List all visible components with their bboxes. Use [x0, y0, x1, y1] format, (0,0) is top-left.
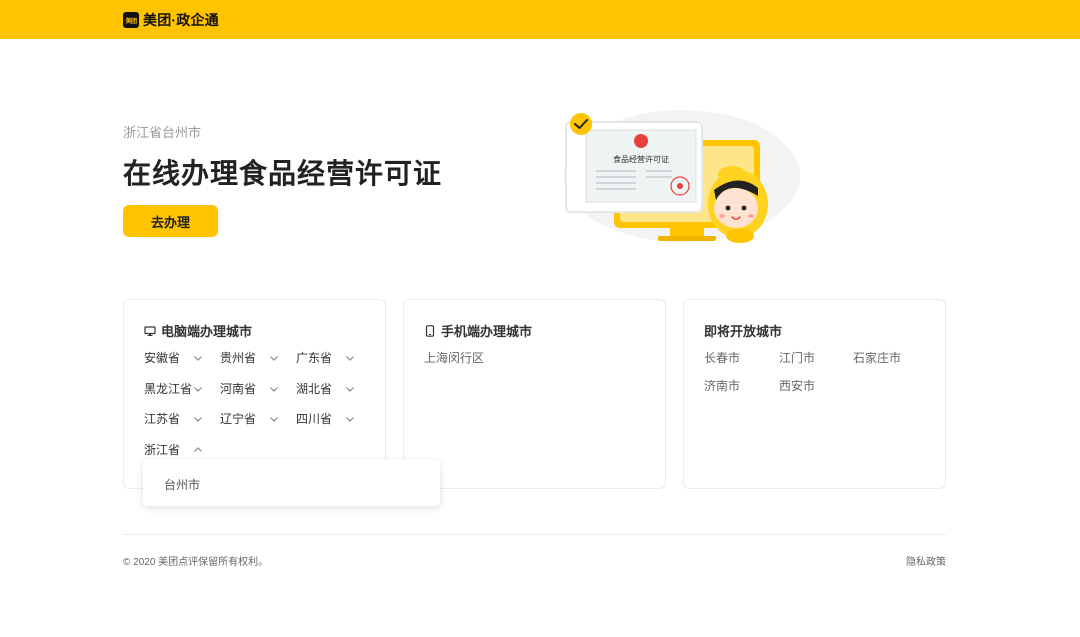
- upcoming-card-title: 即将开放城市: [704, 324, 783, 339]
- province-label: 黑龙江省: [144, 382, 193, 396]
- footer-divider: [123, 534, 946, 535]
- province-henan[interactable]: 河南省: [220, 380, 278, 397]
- upcoming-cities-card: 即将开放城市 长春市 江门市 石家庄市 济南市 西安市: [683, 299, 946, 489]
- city-dropdown: 台州市: [143, 460, 440, 506]
- chevron-down-icon: [345, 384, 355, 394]
- upcoming-city-item: 江门市: [779, 351, 816, 365]
- go-process-button[interactable]: 去办理: [123, 205, 218, 237]
- region-label: 浙江省台州市: [123, 125, 202, 140]
- pc-card-title: 电脑端办理城市: [161, 324, 253, 339]
- pc-card-title-row: 电脑端办理城市: [144, 321, 252, 340]
- chevron-down-icon: [193, 414, 203, 424]
- province-guangdong[interactable]: 广东省: [296, 349, 354, 366]
- chevron-down-icon: [193, 353, 203, 363]
- monitor-icon: [144, 325, 156, 337]
- chevron-down-icon: [193, 384, 203, 394]
- top-bar: 美团 美团·政企通: [0, 0, 1080, 39]
- province-guizhou[interactable]: 贵州省: [220, 349, 278, 366]
- chevron-down-icon: [269, 384, 279, 394]
- province-label: 辽宁省: [220, 412, 257, 426]
- mobile-city-item: 上海闵行区: [424, 351, 485, 365]
- province-liaoning[interactable]: 辽宁省: [220, 410, 278, 427]
- province-jiangsu[interactable]: 江苏省: [144, 410, 202, 427]
- brand-name: 美团·政企通: [143, 12, 219, 28]
- province-label: 四川省: [296, 412, 333, 426]
- province-label: 浙江省: [144, 443, 181, 457]
- phone-icon: [424, 324, 436, 337]
- upcoming-city-item: 长春市: [704, 351, 741, 365]
- province-zhejiang[interactable]: 浙江省: [144, 441, 202, 458]
- province-label: 江苏省: [144, 412, 181, 426]
- province-label: 贵州省: [220, 351, 257, 365]
- province-label: 安徽省: [144, 351, 181, 365]
- province-label: 湖北省: [296, 382, 333, 396]
- province-label: 广东省: [296, 351, 333, 365]
- page-title: 在线办理食品经营许可证: [123, 158, 443, 189]
- chevron-down-icon: [345, 353, 355, 363]
- province-hubei[interactable]: 湖北省: [296, 380, 354, 397]
- certificate-title: 食品经营许可证: [613, 154, 669, 164]
- province-sichuan[interactable]: 四川省: [296, 410, 354, 427]
- privacy-policy-link[interactable]: 隐私政策: [906, 553, 946, 568]
- upcoming-city-item: 西安市: [779, 379, 816, 393]
- mobile-cities-card: 手机端办理城市 上海闵行区: [403, 299, 666, 489]
- upcoming-city-item: 济南市: [704, 379, 741, 393]
- province-anhui[interactable]: 安徽省: [144, 349, 202, 366]
- copyright-text: © 2020 美团点评保留所有权利。: [123, 557, 269, 568]
- dropdown-city-taizhou[interactable]: 台州市: [164, 476, 200, 493]
- upcoming-city-item: 石家庄市: [853, 351, 902, 365]
- meituan-logo-icon: 美团: [123, 12, 139, 28]
- chevron-down-icon: [269, 414, 279, 424]
- mobile-card-title-row: 手机端办理城市: [424, 321, 532, 340]
- chevron-down-icon: [345, 414, 355, 424]
- brand-logo[interactable]: 美团 美团·政企通: [123, 10, 219, 30]
- mobile-card-title: 手机端办理城市: [441, 324, 533, 339]
- province-heilongjiang[interactable]: 黑龙江省: [144, 380, 202, 397]
- hero-illustration: 食品经营许可证: [564, 110, 800, 243]
- chevron-up-icon: [193, 445, 203, 455]
- province-label: 河南省: [220, 382, 257, 396]
- chevron-down-icon: [269, 353, 279, 363]
